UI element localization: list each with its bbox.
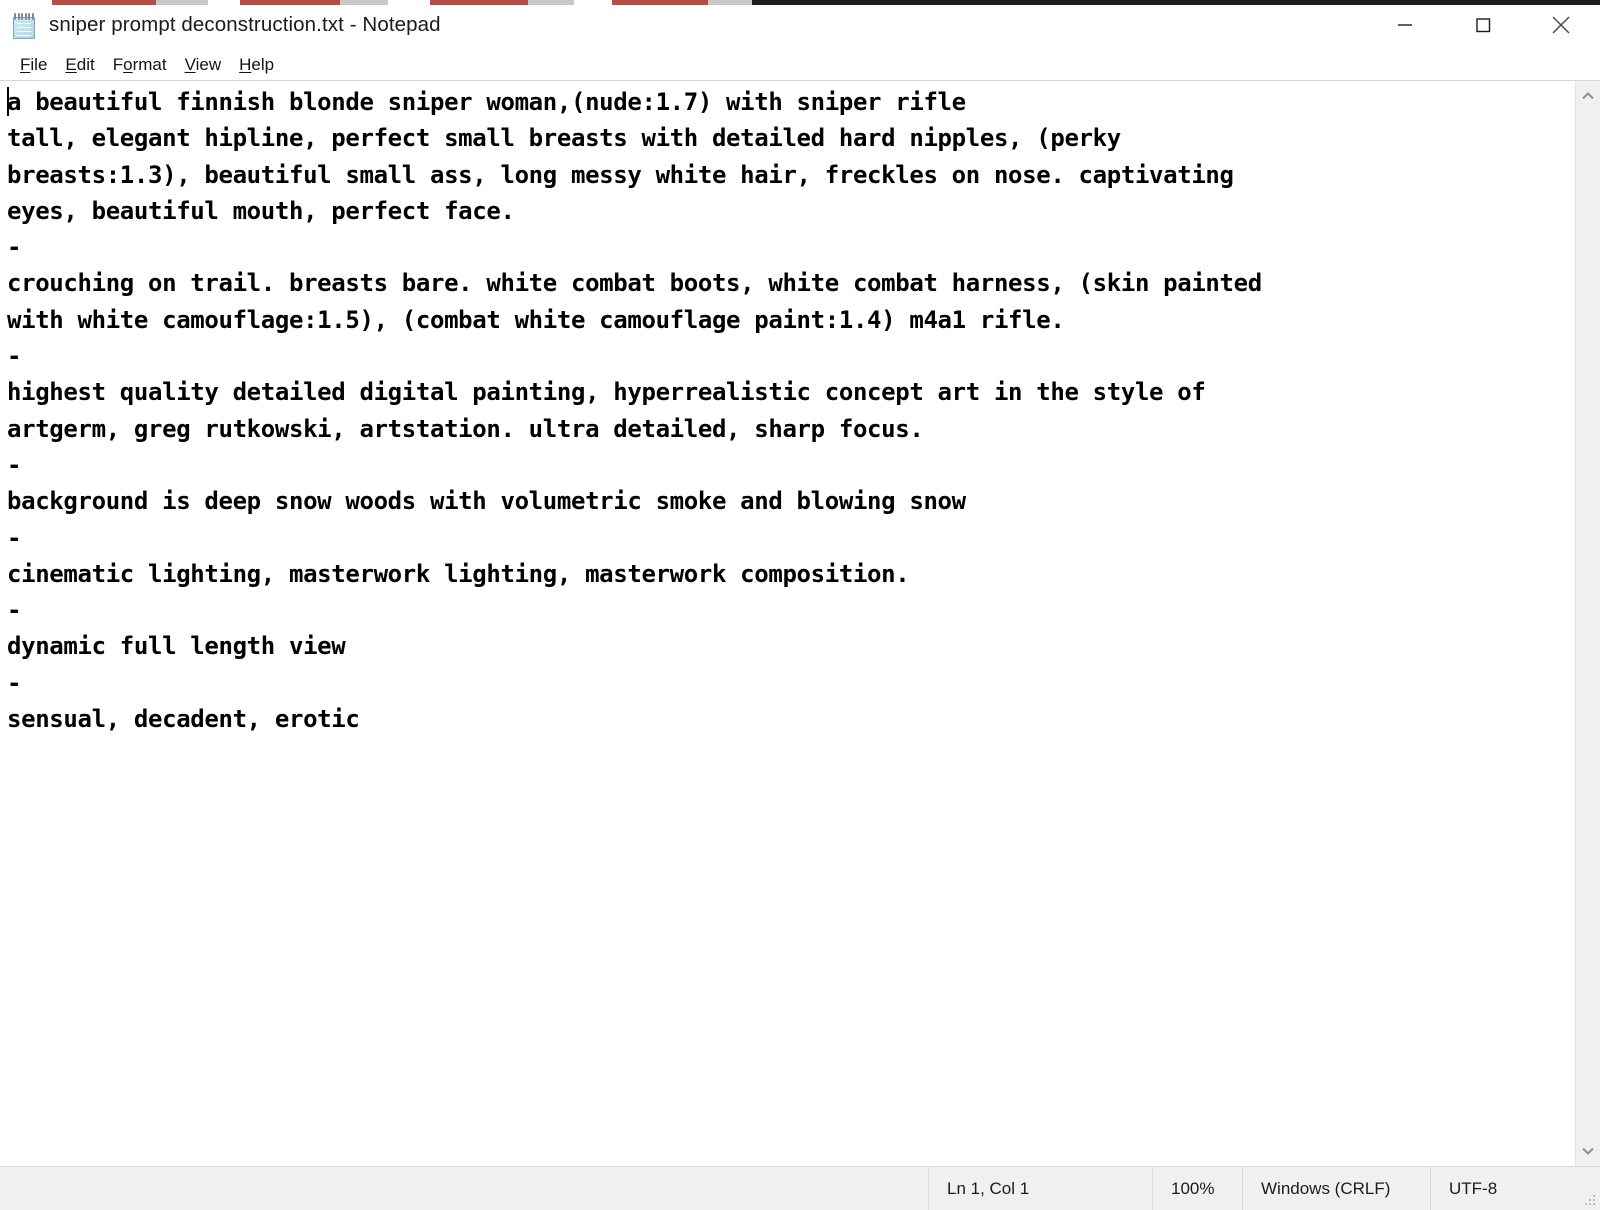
text-line: - — [7, 342, 22, 371]
menu-edit-accelerator: E — [65, 55, 77, 74]
text-line: breasts:1.3), beautiful small ass, long … — [7, 160, 1234, 189]
minimize-icon — [1398, 24, 1412, 26]
text-caret — [7, 87, 9, 116]
scrollbar-track[interactable] — [1576, 105, 1600, 1142]
window-controls — [1366, 0, 1600, 50]
scroll-up-button[interactable] — [1576, 87, 1600, 105]
text-line: - — [7, 233, 22, 262]
menu-item-view[interactable]: View — [176, 54, 231, 76]
close-button[interactable] — [1522, 0, 1600, 50]
menu-format-accelerator: o — [123, 55, 133, 74]
menu-item-format[interactable]: Format — [104, 54, 176, 76]
text-line: - — [7, 523, 22, 552]
maximize-button[interactable] — [1444, 0, 1522, 50]
status-bar-spacer — [0, 1167, 928, 1210]
status-encoding[interactable]: UTF-8 — [1430, 1167, 1600, 1210]
title-bar: sniper prompt deconstruction.txt - Notep… — [0, 0, 1600, 50]
close-icon — [1552, 16, 1570, 34]
menu-help-accelerator: H — [239, 55, 252, 74]
minimize-button[interactable] — [1366, 0, 1444, 50]
menu-item-edit[interactable]: Edit — [56, 54, 103, 76]
title-bar-left: sniper prompt deconstruction.txt - Notep… — [12, 11, 1366, 40]
window-title: sniper prompt deconstruction.txt - Notep… — [49, 13, 441, 36]
text-line: - — [7, 668, 22, 697]
text-line: with white camouflage:1.5), (combat whit… — [7, 305, 1065, 334]
text-line: - — [7, 596, 22, 625]
maximize-icon — [1476, 18, 1491, 33]
status-bar: Ln 1, Col 1 100% Windows (CRLF) UTF-8 — [0, 1166, 1600, 1210]
menu-view-post: iew — [195, 55, 222, 74]
text-line: background is deep snow woods with volum… — [7, 487, 966, 516]
menu-edit-post: dit — [76, 55, 95, 74]
status-cursor-position: Ln 1, Col 1 — [928, 1167, 1152, 1210]
text-line: artgerm, greg rutkowski, artstation. ult… — [7, 414, 924, 443]
text-editor[interactable]: a beautiful finnish blonde sniper woman,… — [0, 81, 1575, 1166]
menu-file-accelerator: F — [20, 55, 31, 74]
menu-item-file[interactable]: File — [11, 54, 56, 76]
resize-grip-icon[interactable] — [1585, 1195, 1597, 1207]
text-line: crouching on trail. breasts bare. white … — [7, 269, 1262, 298]
text-line: eyes, beautiful mouth, perfect face. — [7, 196, 515, 225]
text-line: dynamic full length view — [7, 632, 346, 661]
menu-format-pre: F — [112, 55, 124, 74]
menu-format-post: rmat — [132, 55, 167, 74]
status-zoom-level[interactable]: 100% — [1152, 1167, 1242, 1210]
text-line: sensual, decadent, erotic — [7, 705, 360, 734]
text-line: highest quality detailed digital paintin… — [7, 378, 1206, 407]
scroll-down-button[interactable] — [1576, 1142, 1600, 1160]
text-line: cinematic lighting, masterwork lighting,… — [7, 559, 910, 588]
editor-area: a beautiful finnish blonde sniper woman,… — [0, 80, 1600, 1166]
vertical-scrollbar[interactable] — [1575, 81, 1600, 1166]
text-line: tall, elegant hipline, perfect small bre… — [7, 124, 1121, 153]
menu-view-accelerator: V — [184, 55, 196, 74]
menu-file-post: ile — [30, 55, 48, 74]
text-line: a beautiful finnish blonde sniper woman,… — [7, 88, 966, 116]
chevron-up-icon — [1582, 92, 1594, 100]
menu-help-post: elp — [251, 55, 275, 74]
chevron-down-icon — [1582, 1147, 1594, 1155]
document-text[interactable]: a beautiful finnish blonde sniper woman,… — [7, 84, 1575, 737]
notepad-window: sniper prompt deconstruction.txt - Notep… — [0, 0, 1600, 1210]
text-line: - — [7, 450, 22, 479]
status-line-ending[interactable]: Windows (CRLF) — [1242, 1167, 1430, 1210]
notepad-icon — [12, 12, 38, 40]
menu-item-help[interactable]: Help — [230, 54, 283, 76]
menu-bar: File Edit Format View Help — [0, 50, 1600, 80]
